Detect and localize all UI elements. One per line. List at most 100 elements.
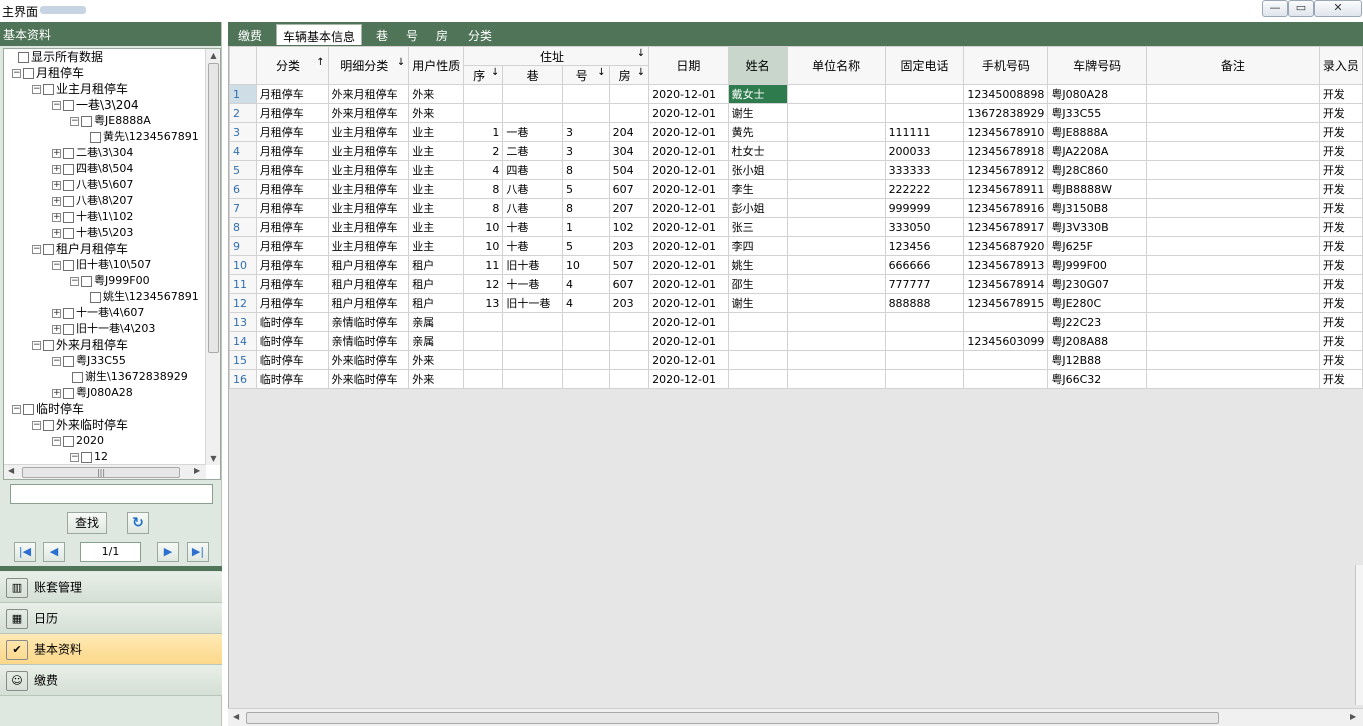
cell-plate[interactable]: 粤J230G07 (1047, 274, 1147, 294)
cell-sub[interactable]: 外来临时停车 (327, 369, 410, 389)
table-row[interactable]: 3 月租停车 业主月租停车 业主 1 一巷 3 204 2020-12-01 黄先 111111 12… (229, 122, 1363, 142)
cell-seq[interactable] (463, 84, 504, 104)
col-header-seq[interactable]: 序 ↓ (463, 65, 504, 85)
tree-checkbox[interactable] (63, 179, 74, 191)
tree-node[interactable]: + 十巷\5\203 (52, 225, 133, 241)
cell-op[interactable]: 开发 (1318, 293, 1363, 313)
cell-plate[interactable]: 粤J3V330B (1047, 217, 1147, 237)
tree-checkbox[interactable] (90, 131, 101, 143)
cell-note[interactable] (1145, 236, 1320, 256)
cell-mobile[interactable]: 12345603099 (963, 331, 1049, 351)
maximize-button[interactable]: ▭ (1288, 0, 1314, 17)
cell-plate[interactable]: 粤J28C860 (1047, 160, 1147, 180)
cell-ut[interactable]: 业主 (408, 160, 465, 180)
cell-no[interactable]: 8 (561, 198, 610, 218)
find-button[interactable]: 查找 (67, 512, 107, 534)
tree-horizontal-scrollbar[interactable]: ◀ ||| ▶ (4, 464, 206, 479)
tree-checkbox[interactable] (63, 163, 74, 175)
table-row[interactable]: 6 月租停车 业主月租停车 业主 8 八巷 5 607 2020-12-01 李生 222222 12… (229, 179, 1363, 199)
cell-mobile[interactable]: 12345678917 (963, 217, 1049, 237)
grid-hscroll-thumb[interactable] (246, 712, 1219, 724)
cell-company[interactable] (786, 198, 886, 218)
cell-sub[interactable]: 业主月租停车 (327, 122, 410, 142)
module-item[interactable]: ▥ 账套管理 (0, 572, 222, 603)
cell-lane[interactable] (502, 350, 563, 370)
category-tree[interactable]: 显示所有数据 − 月租停车 − 业主月租停车 − 一巷\3\204 − 粤JE8888A 黄先\1… (3, 48, 221, 480)
cell-phone[interactable]: 123456 (884, 236, 965, 256)
cell-phone[interactable] (884, 103, 965, 123)
cell-cat[interactable]: 月租停车 (255, 179, 329, 199)
cell-plate[interactable]: 粤J66C32 (1047, 369, 1147, 389)
cell-lane[interactable]: 十巷 (502, 217, 563, 237)
cell-date[interactable]: 2020-12-01 (648, 293, 729, 313)
cell-seq[interactable] (463, 369, 504, 389)
col-header-lane[interactable]: 巷 (502, 65, 563, 85)
cell-cat[interactable]: 月租停车 (255, 293, 329, 313)
row-number[interactable]: 1 (229, 84, 257, 104)
tree-checkbox[interactable] (18, 52, 29, 63)
expand-icon[interactable]: + (52, 212, 61, 222)
expand-icon[interactable]: + (52, 388, 61, 398)
cell-name[interactable]: 杜女士 (727, 141, 788, 161)
module-item[interactable]: ✔ 基本资料 (0, 634, 222, 665)
cell-company[interactable] (786, 293, 886, 313)
cell-note[interactable] (1145, 369, 1320, 389)
cell-name[interactable]: 李四 (727, 236, 788, 256)
cell-date[interactable]: 2020-12-01 (648, 84, 729, 104)
tree-node[interactable]: + 八巷\5\607 (52, 177, 133, 193)
cell-room[interactable] (608, 84, 650, 104)
table-row[interactable]: 11 月租停车 租户月租停车 租户 12 十一巷 4 607 2020-12-01 邵生 77777… (229, 274, 1363, 294)
expand-icon[interactable]: + (52, 228, 61, 238)
cell-date[interactable]: 2020-12-01 (648, 103, 729, 123)
cell-seq[interactable] (463, 103, 504, 123)
cell-name[interactable]: 彭小姐 (727, 198, 788, 218)
row-number[interactable]: 16 (229, 369, 257, 389)
col-header-name[interactable]: 姓名 (727, 46, 788, 85)
cell-date[interactable]: 2020-12-01 (648, 217, 729, 237)
scroll-down-icon[interactable]: ▼ (206, 454, 220, 463)
first-page-button[interactable]: |◀ (14, 542, 36, 562)
table-row[interactable]: 15 临时停车 外来临时停车 外来 2020-12-01 粤J12B88 开发 (229, 350, 1363, 370)
cell-note[interactable] (1145, 141, 1320, 161)
collapse-icon[interactable]: − (70, 452, 79, 462)
close-button[interactable]: ✕ (1314, 0, 1362, 17)
cell-op[interactable]: 开发 (1318, 331, 1363, 351)
cell-seq[interactable]: 10 (463, 217, 504, 237)
row-number[interactable]: 5 (229, 160, 257, 180)
tree-node[interactable]: + 四巷\8\504 (52, 161, 133, 177)
cell-phone[interactable]: 222222 (884, 179, 965, 199)
tree-node[interactable]: − 粤J999F00 (70, 273, 150, 289)
cell-plate[interactable]: 粤J208A88 (1047, 331, 1147, 351)
cell-lane[interactable]: 四巷 (502, 160, 563, 180)
cell-note[interactable] (1145, 122, 1320, 142)
row-number[interactable]: 11 (229, 274, 257, 294)
cell-company[interactable] (786, 217, 886, 237)
cell-mobile[interactable]: 12345678916 (963, 198, 1049, 218)
cell-plate[interactable]: 粤J12B88 (1047, 350, 1147, 370)
row-number[interactable]: 10 (229, 255, 257, 275)
cell-mobile[interactable] (963, 312, 1049, 332)
cell-mobile[interactable]: 12345678918 (963, 141, 1049, 161)
cell-room[interactable] (608, 331, 650, 351)
cell-note[interactable] (1145, 217, 1320, 237)
cell-seq[interactable]: 12 (463, 274, 504, 294)
col-header-plate[interactable]: 车牌号码 (1047, 46, 1147, 85)
cell-mobile[interactable]: 12345678911 (963, 179, 1049, 199)
minimize-button[interactable]: — (1262, 0, 1288, 17)
cell-no[interactable]: 5 (561, 236, 610, 256)
tree-node[interactable]: − 粤J33C55 (52, 353, 126, 369)
tree-node[interactable]: + 旧十一巷\4\203 (52, 321, 155, 337)
cell-cat[interactable]: 月租停车 (255, 141, 329, 161)
cell-phone[interactable] (884, 331, 965, 351)
cell-sub[interactable]: 外来月租停车 (327, 84, 410, 104)
cell-date[interactable]: 2020-12-01 (648, 255, 729, 275)
cell-phone[interactable]: 777777 (884, 274, 965, 294)
cell-company[interactable] (786, 350, 886, 370)
cell-lane[interactable] (502, 103, 563, 123)
cell-cat[interactable]: 月租停车 (255, 255, 329, 275)
cell-op[interactable]: 开发 (1318, 312, 1363, 332)
cell-date[interactable]: 2020-12-01 (648, 274, 729, 294)
cell-date[interactable]: 2020-12-01 (648, 350, 729, 370)
cell-cat[interactable]: 月租停车 (255, 103, 329, 123)
cell-op[interactable]: 开发 (1318, 84, 1363, 104)
